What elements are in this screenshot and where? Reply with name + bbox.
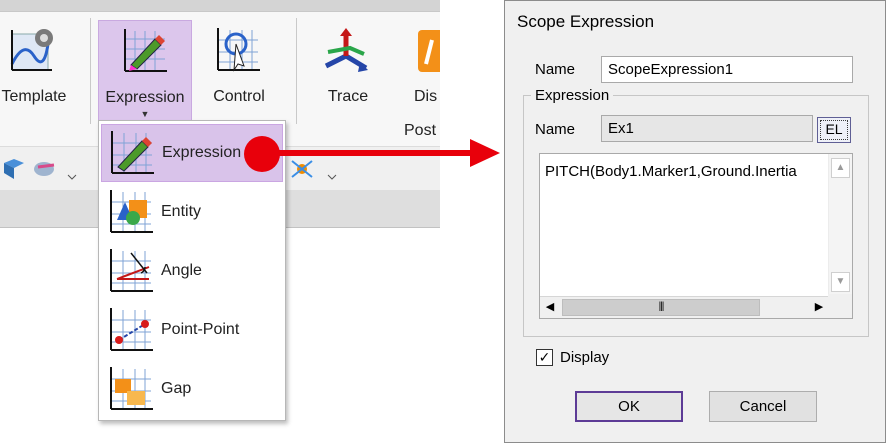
expression-name-label: Name [535, 121, 576, 138]
control-icon [217, 28, 260, 72]
menu-item-label: Point-Point [161, 321, 240, 338]
scope-expression-dialog: Scope Expression Name ScopeExpression1 E… [504, 0, 886, 443]
expression-name-field[interactable]: Ex1 [601, 115, 813, 142]
expression-button[interactable]: Expression ▼ [98, 20, 192, 122]
chevron-down-icon[interactable]: ▼ [99, 109, 191, 119]
entity-icon [110, 190, 153, 233]
control-label: Control [213, 88, 265, 105]
ok-button[interactable]: OK [575, 391, 683, 422]
template-icon [10, 29, 53, 71]
display-label: Display [560, 349, 610, 366]
callout-marker-dot [244, 136, 280, 172]
name-label: Name [535, 61, 576, 78]
expression-text: PITCH(Body1.Marker1,Ground.Inertia [545, 163, 797, 180]
ribbon-separator [90, 18, 91, 124]
template-button[interactable]: Template [0, 20, 74, 120]
display-label: Dis [414, 88, 438, 105]
cancel-button[interactable]: Cancel [709, 391, 817, 422]
scroll-left-icon[interactable]: ◀ [540, 298, 560, 317]
menu-item-entity[interactable]: Entity [101, 184, 283, 242]
trace-label: Trace [327, 88, 369, 105]
ribbon-tab-strip [0, 0, 440, 12]
menu-item-label: Gap [161, 380, 192, 397]
menu-item-label: Entity [161, 203, 202, 220]
display-checkbox[interactable]: ✓ [536, 349, 553, 366]
menu-item-point-point[interactable]: Point-Point [101, 302, 283, 360]
display-button[interactable]: Dis [404, 20, 440, 120]
menu-item-gap[interactable]: Gap [101, 361, 283, 419]
scrollbar-corner [828, 294, 852, 318]
gap-icon [110, 367, 153, 410]
expression-label: Expression [105, 89, 185, 106]
template-label: Template [1, 88, 67, 105]
view-tools-icon[interactable] [2, 157, 82, 183]
expression-icon [111, 131, 154, 174]
menu-item-label: Angle [161, 262, 202, 279]
scroll-thumb[interactable]: ||| [562, 299, 760, 316]
expression-group-title: Expression [531, 87, 614, 104]
scroll-right-icon[interactable]: ▶ [809, 298, 829, 317]
ribbon-panel: Template Expression ▼ Control Trace Dis … [0, 0, 440, 443]
ribbon-separator [296, 18, 297, 124]
trace-icon [324, 28, 368, 72]
menu-item-angle[interactable]: Angle [101, 243, 283, 301]
expression-list-button[interactable]: EL [817, 117, 851, 143]
display-icon [418, 30, 440, 72]
callout-arrow [272, 139, 500, 167]
control-button[interactable]: Control [200, 20, 278, 120]
name-field[interactable]: ScopeExpression1 [601, 56, 853, 83]
point-point-icon [110, 308, 153, 351]
menu-item-label: Expression [162, 144, 242, 161]
dialog-title: Scope Expression [517, 12, 655, 31]
horizontal-scrollbar[interactable]: ◀ ||| ▶ [540, 296, 829, 318]
vertical-scrollbar[interactable]: ▲ ▼ [828, 154, 852, 296]
expression-text-area[interactable]: PITCH(Body1.Marker1,Ground.Inertia ▲ ▼ ◀… [539, 153, 853, 319]
scroll-up-icon[interactable]: ▲ [831, 158, 850, 178]
trace-button[interactable]: Trace [308, 20, 388, 120]
angle-icon [110, 249, 153, 292]
scroll-down-icon[interactable]: ▼ [831, 272, 850, 292]
expression-icon [124, 29, 167, 72]
